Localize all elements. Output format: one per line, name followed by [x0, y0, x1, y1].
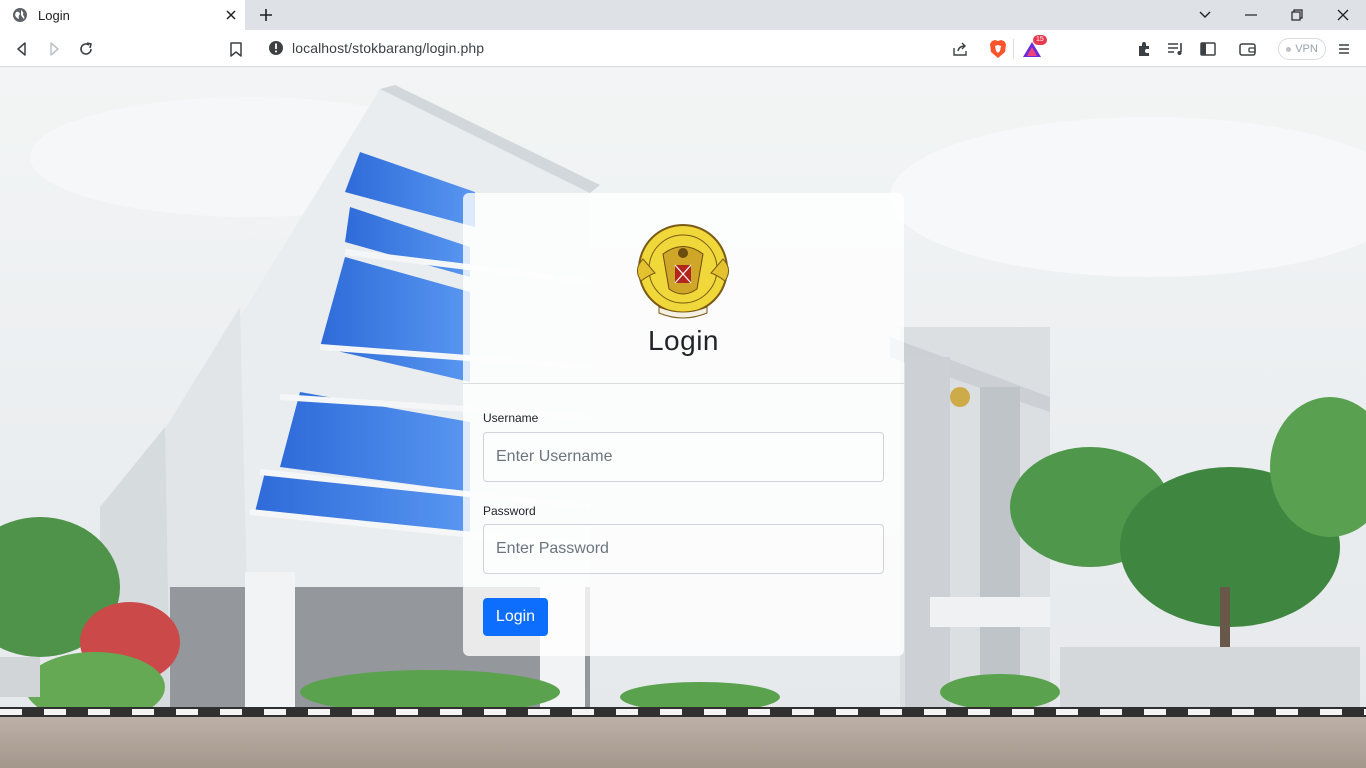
restore-icon[interactable]	[1284, 3, 1310, 27]
forward-icon[interactable]	[42, 37, 66, 61]
tab-active[interactable]: Login	[0, 0, 245, 30]
login-card: Login Username Password Login	[463, 193, 904, 656]
login-button[interactable]: Login	[483, 598, 548, 636]
url-text[interactable]: localhost/stokbarang/login.php	[292, 40, 1048, 56]
wallet-icon[interactable]	[1236, 37, 1260, 61]
username-label: Username	[483, 411, 539, 425]
vpn-button[interactable]: VPN	[1278, 38, 1326, 60]
browser-toolbar: localhost/stokbarang/login.php 15 VPN	[0, 30, 1366, 67]
window-close-icon[interactable]	[1330, 3, 1356, 27]
info-icon[interactable]	[268, 40, 284, 56]
back-icon[interactable]	[10, 37, 34, 61]
page-viewport: Login Username Password Login	[0, 67, 1366, 768]
share-icon[interactable]	[948, 37, 972, 61]
brave-shields-icon[interactable]	[986, 37, 1010, 61]
globe-icon	[13, 8, 27, 22]
login-card-header: Login	[463, 193, 904, 384]
vpn-label: VPN	[1295, 43, 1318, 55]
tab-strip: Login	[0, 0, 1366, 30]
tab-title: Login	[38, 7, 70, 23]
reload-icon[interactable]	[74, 37, 98, 61]
close-icon[interactable]	[223, 7, 239, 23]
password-input[interactable]	[483, 524, 884, 574]
rewards-badge: 15	[1033, 35, 1047, 45]
plus-icon[interactable]	[256, 5, 276, 25]
brave-rewards-icon[interactable]: 15	[1020, 35, 1047, 61]
garuda-emblem-logo	[637, 224, 729, 319]
password-label: Password	[483, 504, 536, 518]
extensions-icon[interactable]	[1132, 37, 1156, 61]
playlist-icon[interactable]	[1164, 37, 1188, 61]
login-title: Login	[647, 325, 719, 356]
bookmark-icon[interactable]	[224, 37, 248, 61]
minimize-icon[interactable]	[1238, 3, 1264, 27]
vpn-status-dot	[1286, 46, 1292, 52]
toolbar-divider	[1013, 39, 1014, 59]
username-input[interactable]	[483, 432, 884, 482]
menu-icon[interactable]	[1332, 37, 1356, 61]
chevron-down-icon[interactable]	[1192, 3, 1218, 27]
address-bar[interactable]: localhost/stokbarang/login.php	[258, 34, 1048, 62]
sidebar-icon[interactable]	[1196, 37, 1220, 61]
